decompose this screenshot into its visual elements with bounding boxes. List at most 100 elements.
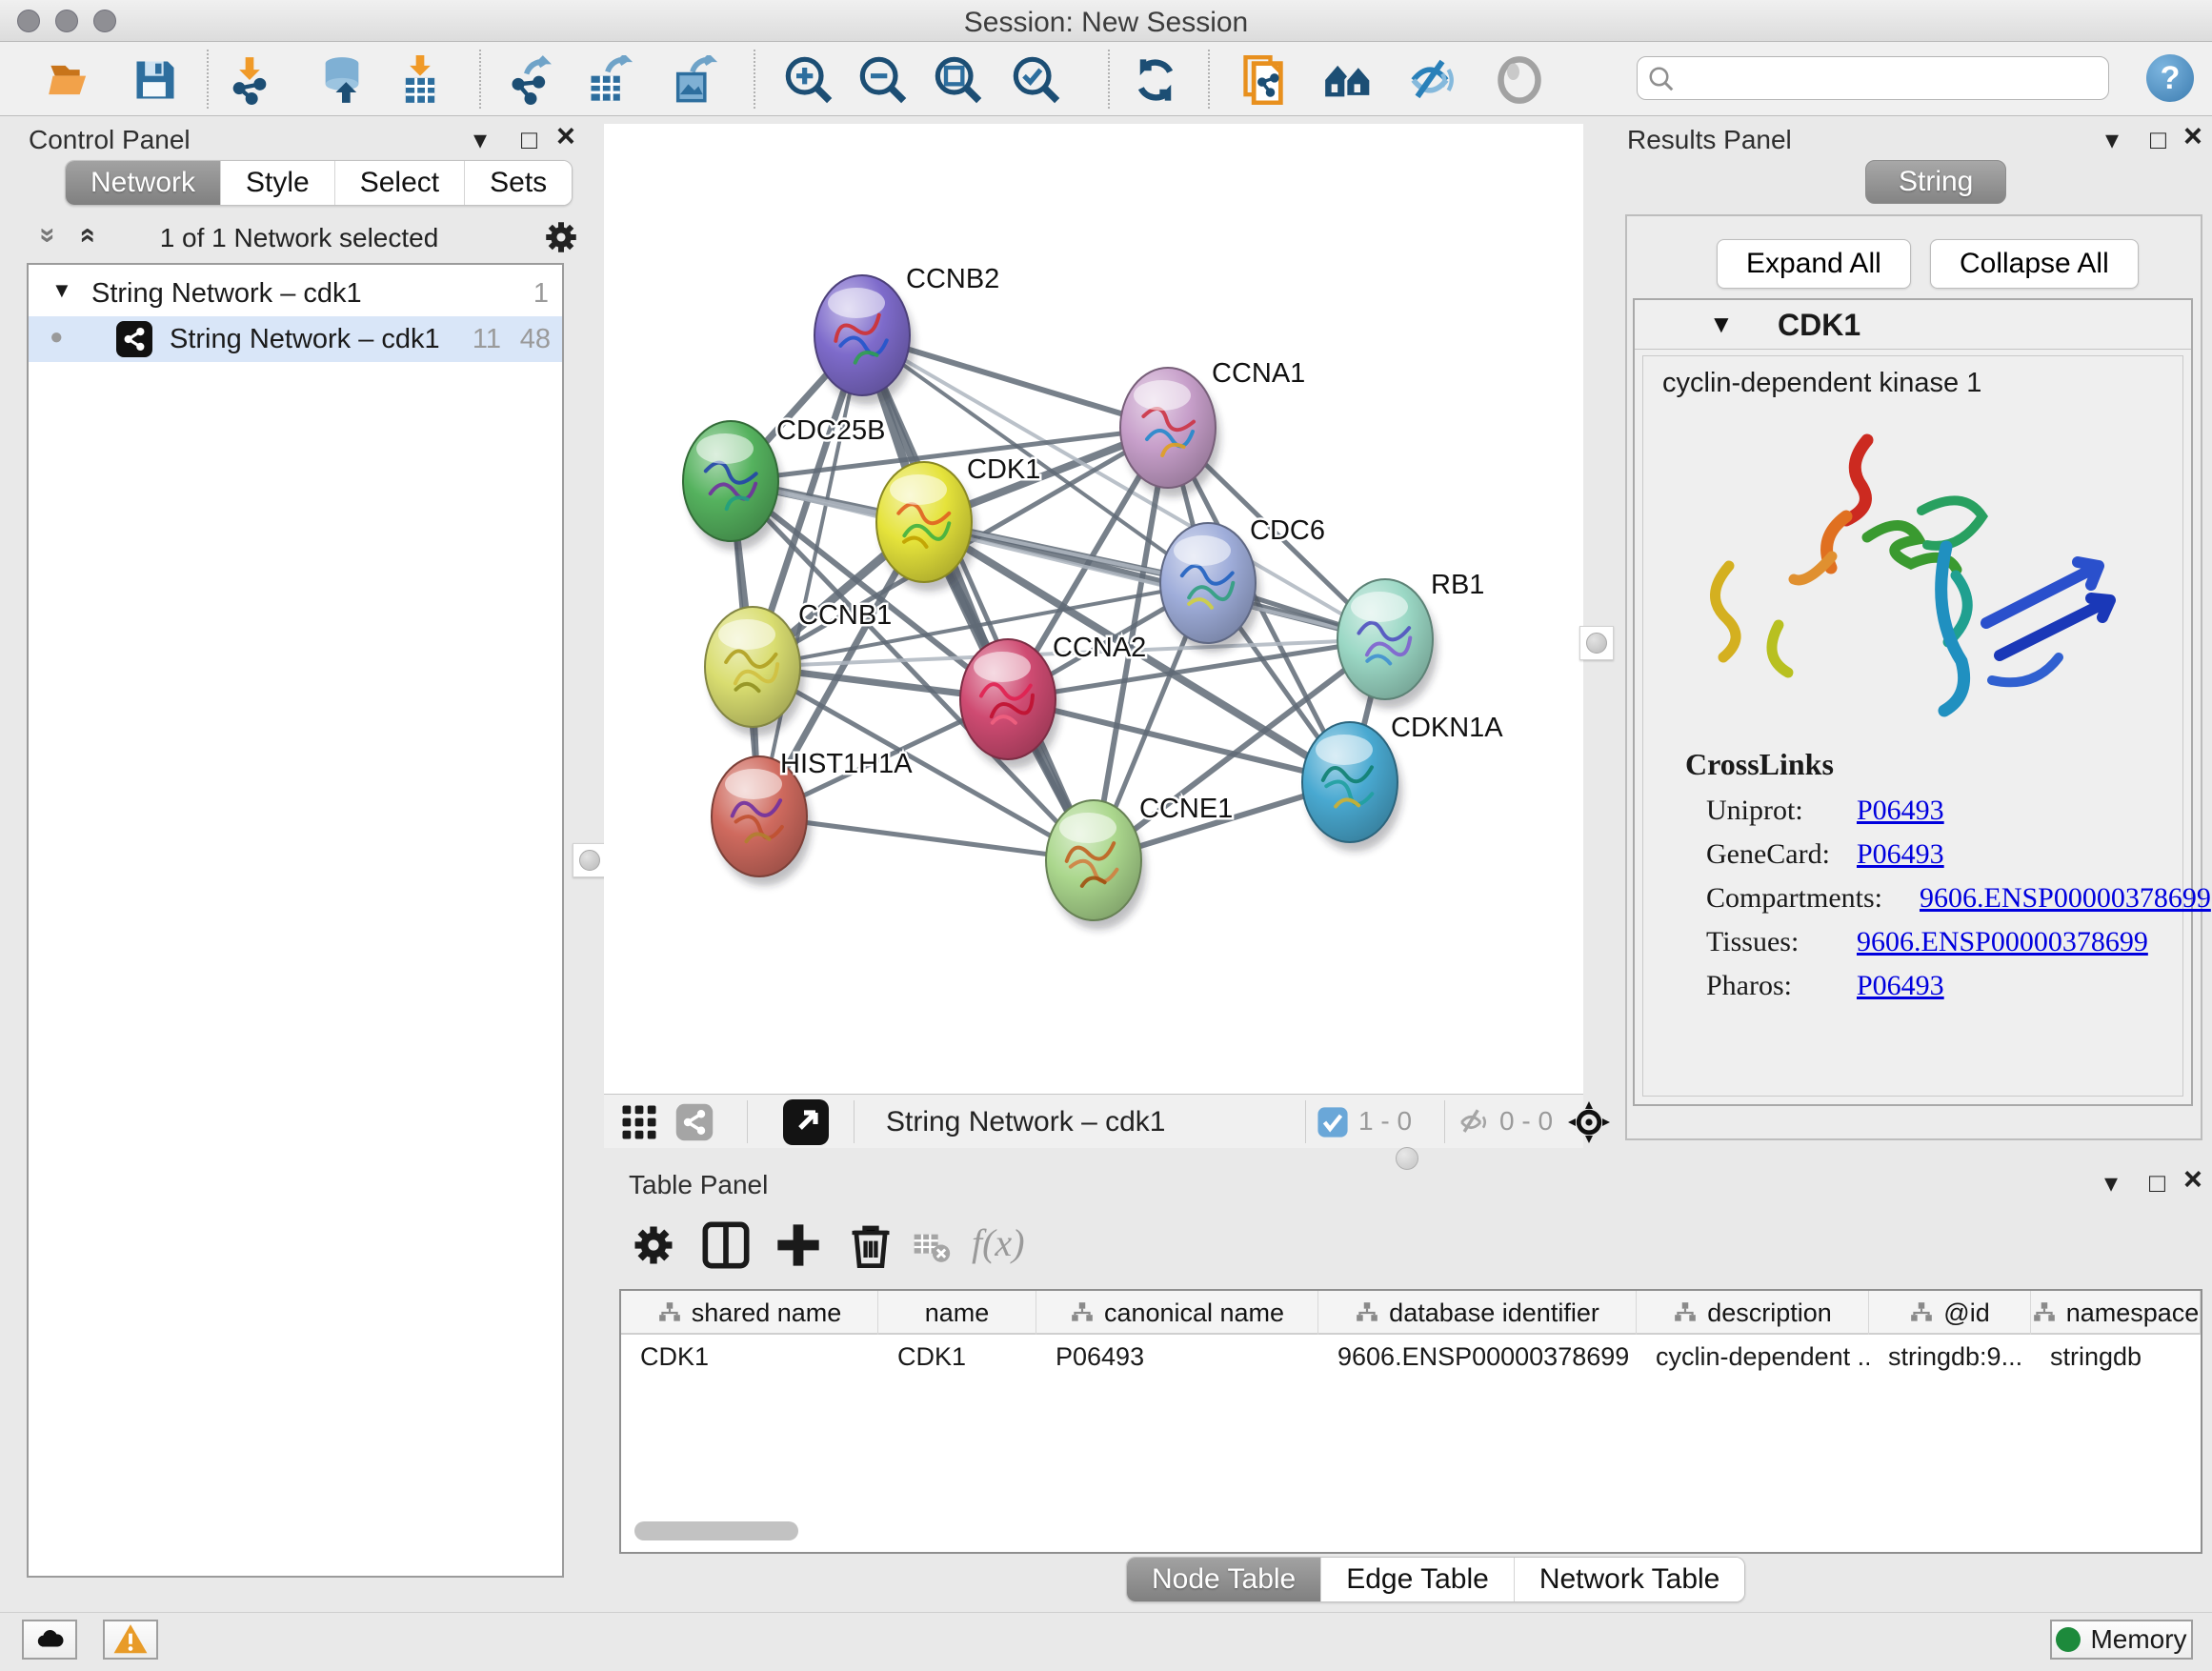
gene-disclosure-icon[interactable]: ▼ (1709, 310, 1734, 339)
table-panel-float-icon[interactable]: □ (2149, 1167, 2165, 1199)
table-cell[interactable]: CDK1 (878, 1337, 1036, 1379)
warnings-button[interactable] (103, 1620, 158, 1660)
save-session-icon[interactable] (131, 55, 180, 105)
import-table-icon[interactable] (395, 55, 445, 105)
cloud-button[interactable] (22, 1620, 77, 1660)
table-panel-close-icon[interactable]: × (2183, 1163, 2202, 1196)
selected-checkbox-icon[interactable] (1317, 1106, 1349, 1138)
hide-unhide-icon[interactable] (1405, 55, 1455, 105)
zoom-out-icon[interactable] (858, 55, 908, 105)
table-panel-menu-icon[interactable]: ▾ (2104, 1167, 2118, 1199)
zoom-fit-icon[interactable] (934, 55, 983, 105)
table-horizontal-scrollbar[interactable] (634, 1521, 798, 1540)
network-node-RB1[interactable] (1337, 579, 1438, 709)
network-node-CCNE1[interactable] (1046, 800, 1146, 930)
results-panel-float-icon[interactable]: □ (2150, 124, 2166, 156)
tab-node-table[interactable]: Node Table (1127, 1558, 1321, 1601)
table-cell[interactable]: 9606.ENSP00000378699 (1318, 1337, 1637, 1379)
show-graphics-details-icon[interactable] (1495, 55, 1544, 105)
control-panel-close-icon[interactable]: × (556, 120, 575, 152)
results-panel-close-icon[interactable]: × (2183, 120, 2202, 152)
birds-eye-view-button[interactable] (783, 1099, 829, 1145)
search-input[interactable] (1683, 59, 2099, 97)
network-node-CDC6[interactable] (1160, 523, 1260, 653)
expand-all-button[interactable]: Expand All (1717, 239, 1911, 289)
search-icon (1647, 65, 1676, 93)
results-panel-menu-icon[interactable]: ▾ (2105, 124, 2119, 156)
crosshair-icon[interactable] (1566, 1099, 1612, 1145)
tab-string[interactable]: String (1865, 160, 2006, 204)
column-header-namespace[interactable]: namespace (2031, 1291, 2201, 1335)
tab-network-table[interactable]: Network Table (1515, 1558, 1745, 1601)
delete-column-icon[interactable] (846, 1220, 895, 1270)
export-table-icon[interactable] (585, 55, 634, 105)
left-splitter-handle[interactable] (573, 843, 607, 877)
column-header-label: shared name (692, 1299, 842, 1328)
crosslink-link[interactable]: P06493 (1857, 795, 1944, 827)
column-header-label: database identifier (1389, 1299, 1599, 1328)
network-row[interactable]: ● String Network – cdk1 11 48 (29, 316, 562, 362)
crosslink-link[interactable]: P06493 (1857, 970, 1944, 1002)
network-node-CCNA2[interactable] (960, 639, 1060, 769)
network-share-view-icon[interactable] (674, 1102, 714, 1142)
crosslink-link[interactable]: P06493 (1857, 838, 1944, 871)
collection-disclosure-icon[interactable]: ▼ (51, 278, 72, 303)
collapse-all-button[interactable]: Collapse All (1930, 239, 2139, 289)
node-label-CCNE1: CCNE1 (1139, 794, 1233, 824)
column-header-shared-name[interactable]: shared name (621, 1291, 878, 1335)
toolbar-separator (754, 50, 755, 109)
table-cell[interactable]: stringdb:9... (1869, 1337, 2031, 1379)
memory-button[interactable]: Memory (2050, 1620, 2193, 1660)
tab-network[interactable]: Network (66, 161, 221, 205)
delete-table-icon[interactable] (911, 1228, 953, 1266)
tab-sets[interactable]: Sets (465, 161, 572, 205)
clone-network-icon[interactable] (1239, 55, 1289, 105)
network-node-CCNB1[interactable] (705, 607, 805, 736)
create-column-icon[interactable] (774, 1220, 823, 1270)
column-header-@id[interactable]: @id (1869, 1291, 2031, 1335)
table-cell[interactable]: CDK1 (621, 1337, 878, 1379)
network-node-CCNB2[interactable] (814, 275, 915, 405)
import-network-from-database-icon[interactable] (317, 55, 367, 105)
zoom-in-icon[interactable] (784, 55, 834, 105)
network-node-CDKN1A[interactable] (1302, 722, 1402, 852)
tab-style[interactable]: Style (221, 161, 335, 205)
tab-edge-table[interactable]: Edge Table (1321, 1558, 1515, 1601)
column-header-canonical-name[interactable]: canonical name (1036, 1291, 1318, 1335)
home-icon[interactable] (1323, 55, 1373, 105)
table-cell[interactable]: cyclin-dependent ... (1637, 1337, 1869, 1379)
export-network-icon[interactable] (506, 55, 555, 105)
show-columns-icon[interactable] (701, 1220, 751, 1270)
control-panel-float-icon[interactable]: □ (521, 124, 537, 156)
column-header-name[interactable]: name (878, 1291, 1036, 1335)
crosslink-link[interactable]: 9606.ENSP00000378699 (1920, 882, 2211, 915)
node-label-CCNA1: CCNA1 (1212, 358, 1305, 389)
tab-select[interactable]: Select (335, 161, 465, 205)
column-header-description[interactable]: description (1637, 1291, 1869, 1335)
grid-view-icon[interactable] (619, 1102, 659, 1142)
table-cell[interactable]: stringdb (2031, 1337, 2201, 1379)
network-options-gear-icon[interactable] (541, 217, 581, 257)
network-tree: ▼ String Network – cdk1 1 ● String Netwo… (27, 263, 564, 1578)
table-options-gear-icon[interactable] (629, 1220, 678, 1270)
column-header-database-identifier[interactable]: database identifier (1318, 1291, 1637, 1335)
zoom-selected-icon[interactable] (1012, 55, 1061, 105)
network-edge-CCNB2-CCNE1[interactable] (862, 335, 1094, 860)
network-node-CDK1[interactable] (876, 462, 976, 592)
refresh-icon[interactable] (1131, 55, 1180, 105)
crosslink-link[interactable]: 9606.ENSP00000378699 (1857, 926, 2148, 958)
function-builder-icon[interactable]: f(x) (972, 1220, 1025, 1265)
table-panel-title: Table Panel (629, 1170, 768, 1200)
table-row[interactable]: CDK1CDK1P064939606.ENSP00000378699cyclin… (621, 1337, 2201, 1379)
hidden-eye-icon[interactable] (1456, 1106, 1492, 1138)
right-splitter-handle[interactable] (1579, 626, 1614, 660)
table-cell[interactable]: P06493 (1036, 1337, 1318, 1379)
control-panel-menu-icon[interactable]: ▾ (473, 124, 487, 156)
gene-card-header[interactable]: ▼ CDK1 (1635, 300, 2191, 350)
import-network-icon[interactable] (225, 55, 274, 105)
network-canvas[interactable]: CCNB2CCNA1CDC25BCDK1CDC6RB1CCNB1CCNA2CDK… (604, 124, 1583, 1094)
help-button[interactable]: ? (2146, 54, 2194, 102)
network-collection-row[interactable]: ▼ String Network – cdk1 1 (29, 271, 562, 316)
open-session-icon[interactable] (47, 55, 96, 105)
export-image-icon[interactable] (670, 55, 719, 105)
